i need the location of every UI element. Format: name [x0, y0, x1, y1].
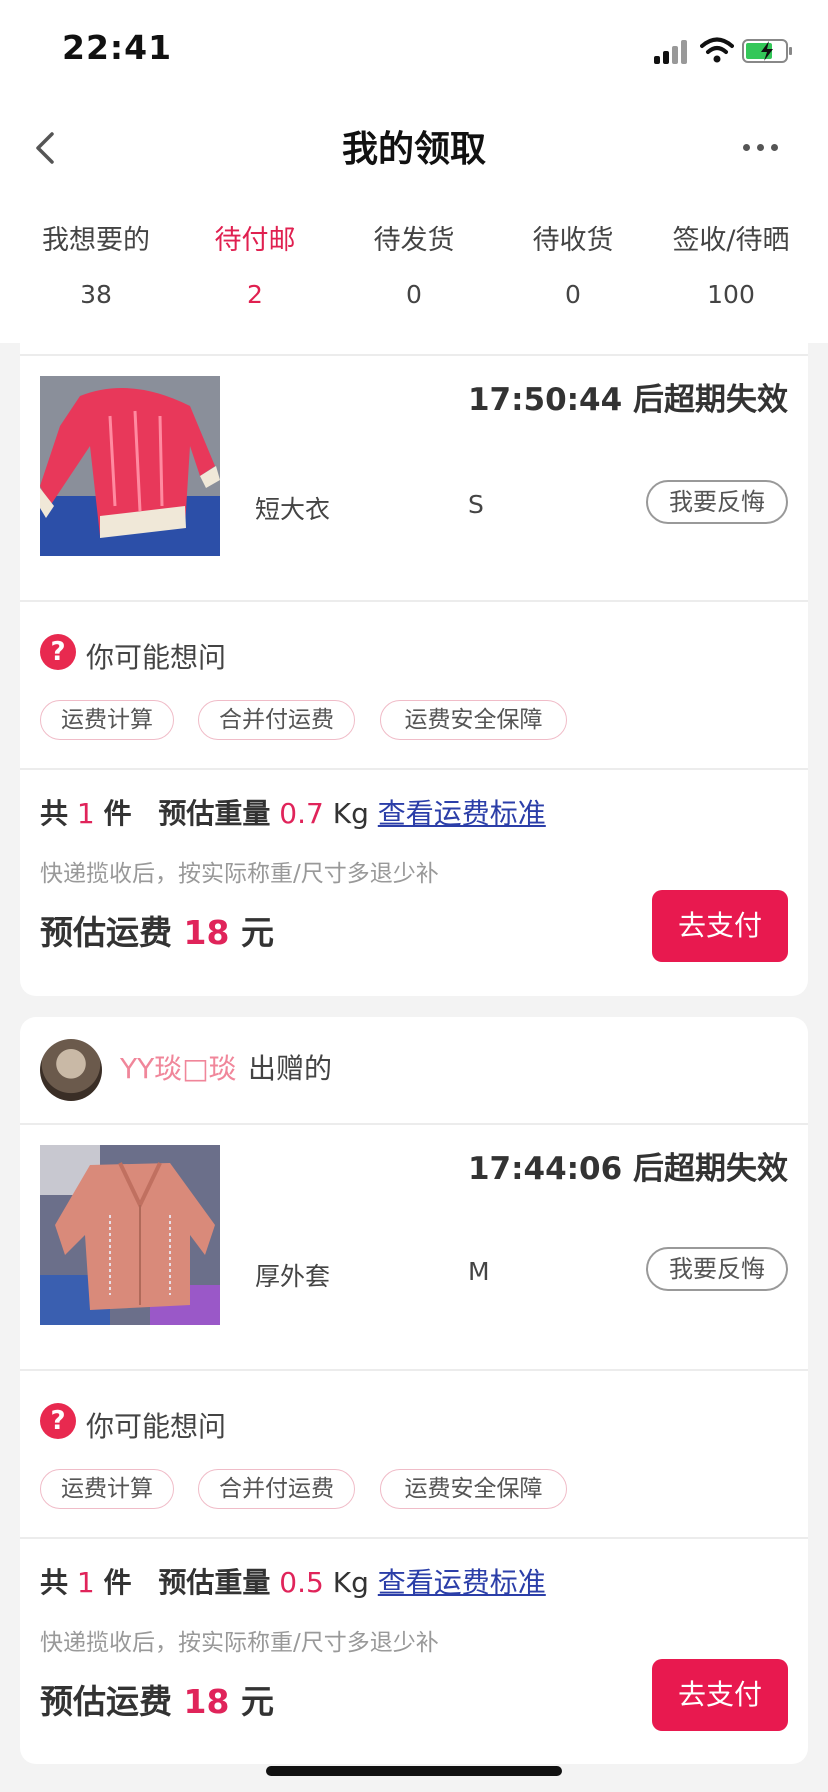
weight-value: 0.5	[279, 1566, 324, 1599]
tab-count: 38	[80, 280, 112, 309]
pay-button[interactable]: 去支付	[652, 890, 788, 962]
seller-name[interactable]: YY琰□琰	[120, 1047, 237, 1087]
tab-signed-review[interactable]: 签收/待晒 100	[652, 216, 810, 343]
wifi-icon	[700, 37, 734, 63]
seller-suffix: 出赠的	[248, 1052, 333, 1085]
product-name: 厚外套	[255, 1262, 331, 1291]
page-title: 我的领取	[341, 129, 486, 170]
question-icon: ?	[40, 634, 76, 670]
weight-unit: Kg	[332, 797, 369, 830]
divider	[20, 600, 808, 602]
faq-chip-shipping-calc[interactable]: 运费计算	[40, 700, 174, 740]
order-summary: 共 1 件 预估重量 0.7 Kg 查看运费标准	[40, 792, 546, 832]
expiry-countdown: 17:50:44 后超期失效	[467, 382, 788, 418]
tab-label: 签收/待晒	[672, 225, 790, 256]
regret-button[interactable]: 我要反悔	[646, 1247, 788, 1291]
status-time: 22:41	[62, 28, 173, 67]
nav-bar: 我的领取	[0, 100, 828, 200]
faq-chip-shipping-security[interactable]: 运费安全保障	[380, 1469, 567, 1509]
status-bar: 22:41	[0, 0, 828, 100]
tab-pending-shipping-fee[interactable]: 待付邮 2	[176, 216, 334, 343]
faq-chip-shipping-calc[interactable]: 运费计算	[40, 1469, 174, 1509]
order-summary: 共 1 件 预估重量 0.5 Kg 查看运费标准	[40, 1561, 546, 1601]
pay-button[interactable]: 去支付	[652, 1659, 788, 1731]
fee-amount: 18	[183, 1682, 230, 1721]
product-image[interactable]	[40, 376, 220, 556]
faq-chip-combine-shipping[interactable]: 合并付运费	[198, 1469, 355, 1509]
fee-amount: 18	[183, 913, 230, 952]
tab-pending-delivery[interactable]: 待发货 0	[335, 216, 493, 343]
tab-label: 我想要的	[42, 225, 150, 256]
order-card: 17:50:44 后超期失效 短大衣 S 我要反悔 ? 你可能想问 运费计算 合…	[20, 330, 808, 996]
order-card: YY琰□琰 出赠的 17:44:06 后超期失效 厚外套 M 我要反悔 ? 你可…	[20, 1017, 808, 1764]
tab-label: 待发货	[373, 225, 455, 256]
regret-button[interactable]: 我要反悔	[646, 480, 788, 524]
expiry-countdown: 17:44:06 后超期失效	[467, 1151, 788, 1187]
seller-row[interactable]: YY琰□琰 出赠的	[20, 1017, 808, 1123]
signal-icon	[654, 38, 690, 64]
tab-count: 0	[565, 280, 581, 309]
fee-unit: 元	[240, 1682, 274, 1721]
avatar[interactable]	[40, 1039, 102, 1101]
product-size: M	[468, 1257, 490, 1286]
total-prefix: 共	[40, 1566, 69, 1599]
tab-label: 待收货	[532, 225, 614, 256]
weight-label: 预估重量	[158, 1566, 271, 1599]
product-size: S	[468, 490, 484, 519]
shipping-rule-link[interactable]: 查看运费标准	[378, 1566, 546, 1599]
item-unit: 件	[103, 797, 132, 830]
divider	[20, 1369, 808, 1371]
total-prefix: 共	[40, 797, 69, 830]
divider	[20, 1123, 808, 1125]
fee-unit: 元	[240, 913, 274, 952]
header-area: 22:41 我的领取 我想要的 38 待付邮 2 待发货 0 待收货 0 签收/…	[0, 0, 828, 343]
home-indicator	[266, 1766, 562, 1776]
tab-wanted[interactable]: 我想要的 38	[17, 216, 175, 343]
tab-label: 待付邮	[214, 225, 296, 256]
weight-unit: Kg	[332, 1566, 369, 1599]
battery-charging-icon	[742, 39, 792, 63]
tab-pending-receipt[interactable]: 待收货 0	[494, 216, 652, 343]
weight-value: 0.7	[279, 797, 324, 830]
estimated-fee: 预估运费 18 元	[40, 906, 274, 954]
faq-chip-shipping-security[interactable]: 运费安全保障	[380, 700, 567, 740]
shipping-rule-link[interactable]: 查看运费标准	[378, 797, 546, 830]
divider	[20, 1537, 808, 1539]
tab-bar: 我想要的 38 待付邮 2 待发货 0 待收货 0 签收/待晒 100	[0, 216, 828, 343]
weight-label: 预估重量	[158, 797, 271, 830]
fee-label: 预估运费	[40, 913, 172, 952]
product-image[interactable]	[40, 1145, 220, 1325]
estimated-fee: 预估运费 18 元	[40, 1675, 274, 1723]
faq-title: 你可能想问	[86, 641, 227, 674]
divider	[20, 354, 808, 356]
faq-title: 你可能想问	[86, 1410, 227, 1443]
item-count: 1	[76, 1566, 95, 1599]
more-icon[interactable]	[740, 132, 780, 162]
tab-count: 0	[406, 280, 422, 309]
item-unit: 件	[103, 1566, 132, 1599]
fee-label: 预估运费	[40, 1682, 172, 1721]
tab-count: 100	[707, 280, 755, 309]
item-count: 1	[76, 797, 95, 830]
divider	[20, 768, 808, 770]
product-name: 短大衣	[255, 495, 331, 524]
question-icon: ?	[40, 1403, 76, 1439]
tab-count: 2	[247, 280, 263, 309]
faq-chip-combine-shipping[interactable]: 合并付运费	[198, 700, 355, 740]
shipping-hint: 快递揽收后，按实际称重/尺寸多退少补	[40, 861, 439, 887]
shipping-hint: 快递揽收后，按实际称重/尺寸多退少补	[40, 1630, 439, 1656]
